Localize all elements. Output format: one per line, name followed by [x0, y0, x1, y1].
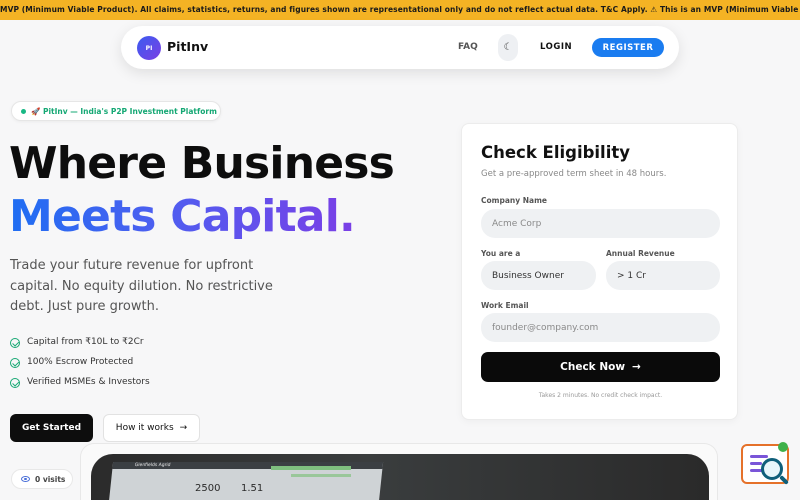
company-name-input[interactable]: Acme Corp — [481, 209, 720, 238]
form-footnote: Takes 2 minutes. No credit check impact. — [538, 392, 663, 399]
revenue-select[interactable]: > 1 Cr — [606, 261, 720, 290]
theme-toggle-button[interactable]: ☾ — [498, 34, 518, 61]
form-title: Check Eligibility — [481, 143, 631, 162]
check-circle-icon — [10, 378, 20, 388]
moon-icon: ☾ — [503, 42, 513, 53]
register-button[interactable]: REGISTER — [592, 38, 664, 57]
check-now-button[interactable]: Check Now → — [481, 352, 720, 382]
feature-text: Verified MSMEs & Investors — [27, 377, 150, 387]
revenue-label: Annual Revenue — [606, 249, 675, 258]
online-status-dot — [778, 442, 788, 452]
navbar: PI PitInv FAQ ☾ LOGIN REGISTER — [121, 26, 679, 69]
get-started-button[interactable]: Get Started — [10, 414, 93, 442]
brand-name[interactable]: PitInv — [167, 39, 208, 54]
dashboard-bar — [291, 474, 351, 477]
dashboard-number: 2500 — [195, 483, 221, 494]
hero-heading-line2: Meets Capital. — [9, 191, 356, 242]
dashboard-number: 1.51 — [241, 483, 264, 494]
platform-badge-text: 🚀 PitInv — India's P2P Investment Platfo… — [31, 106, 217, 116]
hero-heading-line1: Where Business — [9, 138, 395, 189]
ticker-text: MVP (Minimum Viable Product). All claims… — [0, 5, 800, 14]
login-button[interactable]: LOGIN — [540, 42, 572, 52]
visits-counter: 0 visits — [11, 469, 73, 489]
platform-badge: 🚀 PitInv — India's P2P Investment Platfo… — [11, 101, 221, 121]
hero-subtext: Trade your future revenue for upfront ca… — [10, 258, 273, 314]
feature-text: Capital from ₹10L to ₹2Cr — [27, 337, 144, 347]
visits-text: 0 visits — [35, 475, 66, 484]
logo-icon[interactable]: PI — [137, 36, 161, 60]
how-it-works-label: How it works — [115, 423, 174, 433]
check-circle-icon — [10, 338, 20, 348]
company-name-label: Company Name — [481, 196, 547, 205]
support-chat-button[interactable] — [741, 442, 790, 488]
dashboard-bar — [271, 466, 351, 470]
eligibility-form-card: Check Eligibility Get a pre-approved ter… — [461, 123, 738, 420]
arrow-right-icon: → — [179, 423, 188, 433]
nav-faq-link[interactable]: FAQ — [458, 42, 478, 52]
dashboard-preview-image: Glenfields Agrid 2500 1.51 — [91, 454, 709, 500]
chat-line — [750, 455, 768, 458]
dashboard-label: Glenfields Agrid — [134, 463, 171, 468]
status-dot — [21, 109, 26, 114]
how-it-works-button[interactable]: How it works → — [103, 414, 200, 442]
work-email-label: Work Email — [481, 301, 529, 310]
feature-text: 100% Escrow Protected — [27, 357, 134, 367]
check-circle-icon — [10, 358, 20, 368]
chat-line — [750, 462, 762, 465]
role-label: You are a — [481, 249, 521, 258]
check-now-label: Check Now — [560, 361, 626, 373]
arrow-right-icon: → — [632, 361, 641, 373]
disclaimer-ticker: MVP (Minimum Viable Product). All claims… — [0, 0, 800, 20]
form-subtitle: Get a pre-approved term sheet in 48 hour… — [481, 169, 667, 179]
role-select[interactable]: Business Owner — [481, 261, 596, 290]
eye-icon — [21, 476, 30, 482]
work-email-input[interactable]: founder@company.com — [481, 313, 720, 342]
